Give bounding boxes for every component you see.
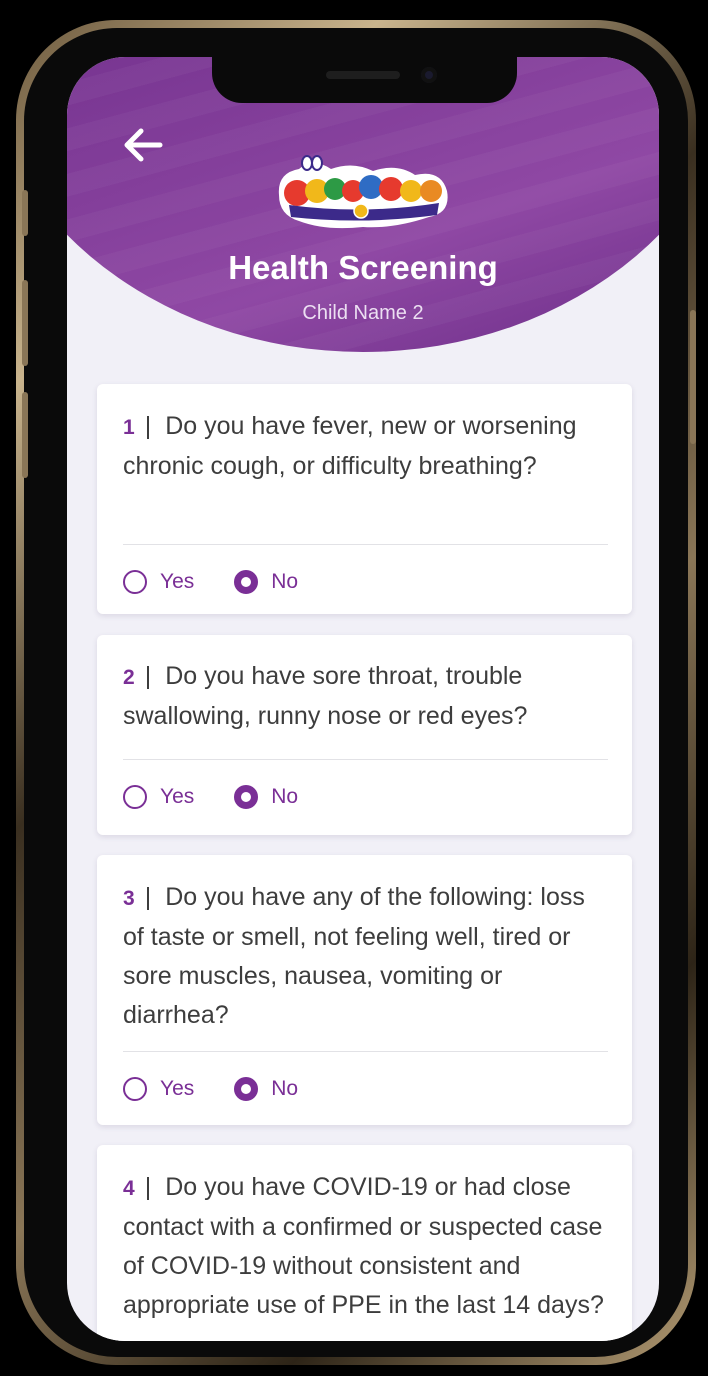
question-card-4: 4 | Do you have COVID-19 or had close cont… [97, 1145, 632, 1341]
speaker-grille [326, 71, 400, 79]
mute-switch [22, 190, 28, 236]
radio-unchecked-icon[interactable] [123, 1077, 147, 1101]
option-label: No [271, 1077, 299, 1100]
answer-options: Yes No [123, 570, 338, 594]
lullaboo-logo [273, 155, 453, 233]
no-option[interactable]: No [234, 1077, 298, 1101]
back-arrow-icon [124, 128, 163, 162]
no-option[interactable]: No [234, 785, 298, 809]
question-card-3: 3 | Do you have any of the following: loss… [97, 855, 632, 1125]
option-label: No [271, 570, 299, 593]
yes-option[interactable]: Yes [123, 570, 194, 594]
question-text: Do you have sore throat, trouble swallow… [123, 662, 528, 730]
question-text: Do you have any of the following: loss o… [123, 883, 585, 1029]
front-camera [421, 67, 437, 83]
question-number: 1 [123, 416, 135, 439]
power-button [690, 310, 696, 444]
question-separator: | [144, 883, 152, 911]
answer-options: Yes No [123, 1077, 338, 1101]
question-text: Do you have fever, new or worsening chro… [123, 412, 577, 480]
child-name: Child Name 2 [302, 302, 424, 324]
question-text: Do you have COVID-19 or had close contac… [123, 1173, 604, 1319]
divider [123, 1051, 608, 1052]
option-label: Yes [160, 570, 195, 593]
page-title: Health Screening [228, 249, 498, 286]
question-card-2: 2 | Do you have sore throat, trouble swall… [97, 635, 632, 835]
radio-checked-icon[interactable] [234, 1077, 259, 1101]
option-label: Yes [160, 1077, 195, 1100]
notch [212, 57, 517, 103]
yes-option[interactable]: Yes [123, 785, 194, 809]
radio-checked-icon[interactable] [234, 785, 259, 809]
app-screen: Health Screening Child Name 2 1 | Do you h… [67, 57, 659, 1341]
radio-unchecked-icon[interactable] [123, 570, 147, 594]
radio-checked-icon[interactable] [234, 570, 259, 594]
question-separator: | [144, 662, 152, 690]
question-number: 2 [123, 666, 135, 689]
question-card-1: 1 | Do you have fever, new or worsening ch… [97, 384, 632, 614]
answer-options: Yes No [123, 785, 338, 809]
no-option[interactable]: No [234, 570, 298, 594]
question-separator: | [144, 412, 152, 440]
volume-down-button [22, 392, 28, 478]
option-label: Yes [160, 785, 195, 808]
volume-up-button [22, 280, 28, 366]
question-number: 4 [123, 1177, 135, 1200]
divider [123, 759, 608, 760]
yes-option[interactable]: Yes [123, 1077, 194, 1101]
question-separator: | [144, 1173, 152, 1201]
radio-unchecked-icon[interactable] [123, 785, 147, 809]
question-number: 3 [123, 887, 135, 910]
divider [123, 544, 608, 545]
back-button[interactable] [121, 123, 165, 167]
option-label: No [271, 785, 299, 808]
